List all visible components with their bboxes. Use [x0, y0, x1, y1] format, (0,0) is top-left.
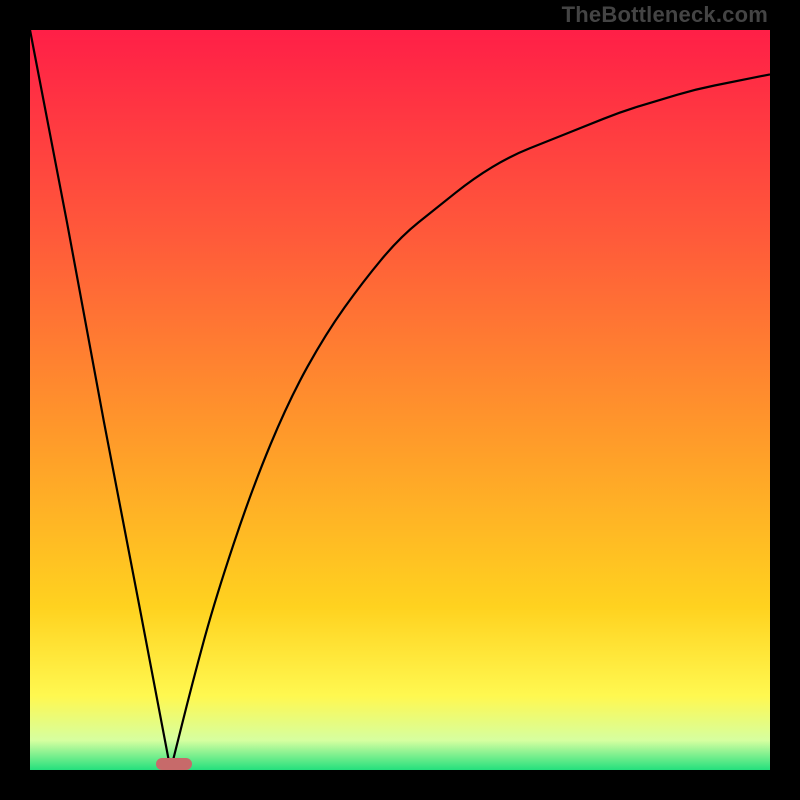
- chart-frame: TheBottleneck.com: [0, 0, 800, 800]
- bottleneck-curve: [30, 30, 770, 770]
- curve-left-branch: [30, 30, 171, 770]
- curve-right-branch: [171, 74, 770, 770]
- plot-area: [30, 30, 770, 770]
- watermark-text: TheBottleneck.com: [562, 2, 768, 28]
- optimum-marker: [156, 758, 192, 770]
